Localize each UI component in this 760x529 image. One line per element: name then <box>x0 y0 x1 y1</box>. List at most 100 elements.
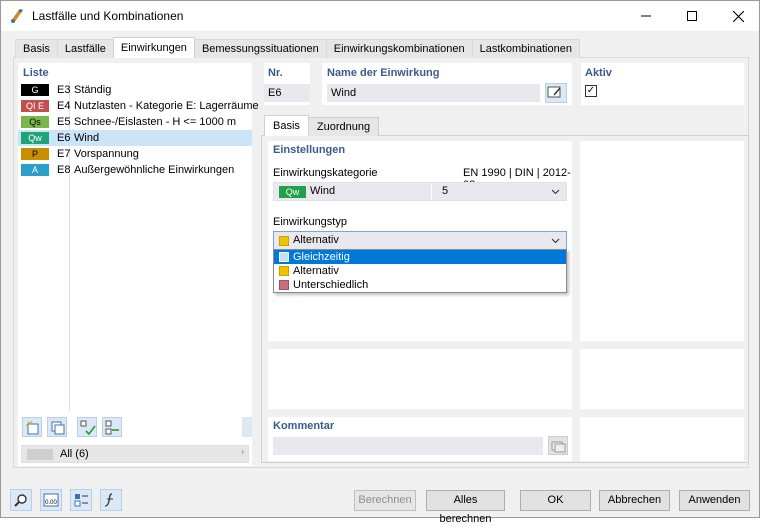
type-selected-value: Alternativ <box>293 234 339 246</box>
category-badge: QI E <box>21 100 49 112</box>
new-item-icon <box>26 421 39 435</box>
ok-button[interactable]: OK <box>520 490 591 511</box>
list-toolbar <box>18 417 252 437</box>
filter-value: All (6) <box>60 448 89 460</box>
list-filter-select[interactable]: All (6) › <box>21 445 249 463</box>
category-badge: P <box>21 148 49 160</box>
edit-name-button[interactable] <box>545 83 567 103</box>
list-item-name: Wind <box>74 132 100 144</box>
list-item-name: Vorspannung <box>74 148 139 160</box>
minimize-button[interactable] <box>623 1 669 31</box>
type-color-swatch <box>279 280 289 290</box>
category-number: 5 <box>442 185 449 197</box>
list-header: Liste <box>23 67 49 79</box>
list-item-code: E7 <box>57 148 71 160</box>
name-field[interactable]: Wind <box>327 84 540 102</box>
list-item-name: Ständig <box>74 84 112 96</box>
display-settings-button[interactable] <box>70 489 92 511</box>
category-badge: Qs <box>21 116 49 128</box>
title-bar: Lastfälle und Kombinationen <box>1 1 759 31</box>
action-type-dropdown: Gleichzeitig Alternativ Unterschiedlich <box>273 249 567 293</box>
units-button[interactable]: 0.00 <box>40 489 62 511</box>
chevron-right-icon: › <box>241 447 244 456</box>
chevron-down-icon <box>551 189 560 195</box>
type-color-swatch <box>279 252 289 262</box>
type-option-gleichzeitig[interactable]: Gleichzeitig <box>274 250 566 264</box>
main-tabs: Basis Lastfälle Einwirkungen Bemessungss… <box>15 37 580 58</box>
tab-lastfaelle[interactable]: Lastfälle <box>56 39 114 58</box>
name-label: Name der Einwirkung <box>327 67 440 79</box>
action-type-select[interactable]: Alternativ <box>273 231 567 250</box>
copy-item-button[interactable] <box>47 417 67 437</box>
filter-color-swatch <box>27 449 53 460</box>
list-item[interactable]: G E3 Ständig <box>18 82 252 98</box>
list-item[interactable]: A E8 Außergewöhnliche Einwirkungen <box>18 162 252 178</box>
cancel-button[interactable]: Abbrechen <box>599 490 670 511</box>
uncheck-button[interactable] <box>102 417 122 437</box>
active-section: Aktiv ✓ <box>581 63 744 105</box>
type-option-label: Alternativ <box>293 265 339 277</box>
comment-label: Kommentar <box>273 420 335 432</box>
copy-item-icon <box>51 421 65 435</box>
calculate-button[interactable]: Berechnen <box>354 490 416 511</box>
list-item-code: E6 <box>57 132 71 144</box>
type-option-label: Gleichzeitig <box>293 251 350 263</box>
nr-section: Nr. E6 <box>264 63 310 105</box>
edit-text-icon <box>547 86 561 98</box>
calculate-all-button[interactable]: Alles berechnen <box>426 490 505 525</box>
list-item-name: Schnee-/Eislasten - H <= 1000 m <box>74 116 237 128</box>
close-button[interactable] <box>715 1 760 31</box>
preview-panel <box>580 141 744 341</box>
comment-input[interactable] <box>273 437 543 455</box>
function-button[interactable] <box>100 489 122 511</box>
tab-bemessungssituationen[interactable]: Bemessungssituationen <box>193 39 327 58</box>
minimize-icon <box>641 15 651 17</box>
list-item-code: E8 <box>57 164 71 176</box>
maximize-icon <box>687 11 697 21</box>
empty-panel <box>580 417 744 461</box>
nr-field[interactable]: E6 <box>264 84 310 102</box>
empty-panel <box>580 349 744 409</box>
list-item[interactable]: Qs E5 Schnee-/Eislasten - H <= 1000 m <box>18 114 252 130</box>
category-badge: Qw <box>21 132 49 144</box>
list-item[interactable]: QI E E4 Nutzlasten - Kategorie E: Lagerr… <box>18 98 259 114</box>
comment-library-button[interactable] <box>548 436 568 455</box>
active-label: Aktiv <box>585 67 612 79</box>
type-option-alternativ[interactable]: Alternativ <box>274 264 566 278</box>
type-option-unterschiedlich[interactable]: Unterschiedlich <box>274 278 566 292</box>
chevron-down-icon <box>551 238 560 244</box>
actions-list-panel: Liste G E3 Ständig QI E E4 Nutzlasten - … <box>18 63 259 466</box>
close-icon <box>732 10 744 22</box>
settings-header: Einstellungen <box>273 144 346 156</box>
subtab-basis[interactable]: Basis <box>264 115 309 136</box>
list-item-selected[interactable]: Qw E6 Wind <box>18 130 252 146</box>
toolbar-spacer <box>242 417 252 437</box>
new-item-button[interactable] <box>22 417 42 437</box>
active-checkbox[interactable]: ✓ <box>585 85 597 97</box>
category-label: Einwirkungskategorie <box>273 167 378 179</box>
subtab-zuordnung[interactable]: Zuordnung <box>307 117 380 136</box>
check-all-button[interactable] <box>77 417 97 437</box>
uncheck-icon <box>105 420 119 435</box>
tab-basis[interactable]: Basis <box>15 39 58 58</box>
tab-lastkombinationen[interactable]: Lastkombinationen <box>471 39 580 58</box>
comment-section: Kommentar <box>268 417 572 461</box>
type-option-label: Unterschiedlich <box>293 279 369 291</box>
search-icon <box>14 494 27 507</box>
list-item[interactable]: P E7 Vorspannung <box>18 146 252 162</box>
category-badge: G <box>21 84 49 96</box>
apply-button[interactable]: Anwenden <box>679 490 750 511</box>
search-button[interactable] <box>10 489 32 511</box>
typ-label: Einwirkungstyp <box>273 216 347 228</box>
category-name: Wind <box>310 185 336 197</box>
function-icon <box>104 493 113 507</box>
window-title: Lastfälle und Kombinationen <box>32 9 184 23</box>
category-select[interactable]: Qw Wind 5 <box>273 182 567 201</box>
settings-icon <box>74 494 88 507</box>
maximize-button[interactable] <box>669 1 715 31</box>
tab-einwirkungen[interactable]: Einwirkungen <box>112 37 195 58</box>
check-all-icon <box>80 420 96 436</box>
tab-einwirkungskombinationen[interactable]: Einwirkungskombinationen <box>325 39 473 58</box>
svg-text:0.00: 0.00 <box>45 500 57 506</box>
comment-library-icon <box>551 441 566 453</box>
